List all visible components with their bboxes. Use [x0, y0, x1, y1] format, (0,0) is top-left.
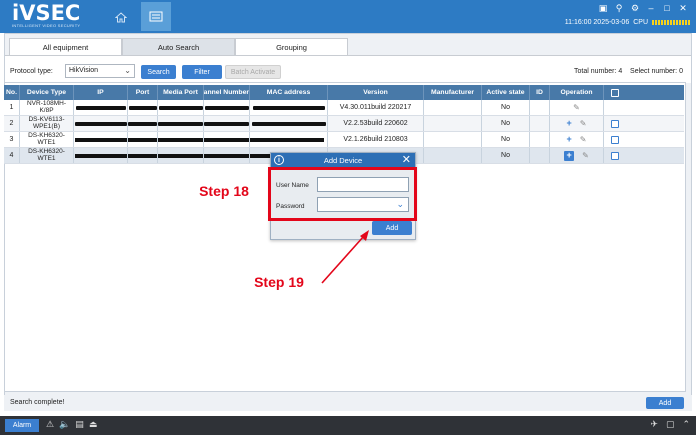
taskbar-right: ✈ ▢ ⌃ — [650, 419, 690, 430]
record-icon[interactable]: ▤ — [75, 419, 84, 430]
pin-icon[interactable]: ✈ — [650, 419, 658, 430]
window-icon[interactable]: ▢ — [666, 419, 675, 430]
taskbar: Alarm ⚠ 🔈 ▤ ⏏ ✈ ▢ ⌃ — [0, 416, 696, 435]
status-bar: Search complete! Add — [4, 395, 692, 411]
alarm-bell-icon[interactable]: ⚠ — [46, 419, 54, 430]
add-button-bottom[interactable]: Add — [646, 397, 684, 409]
status-text: Search complete! — [10, 399, 65, 406]
volume-icon[interactable]: 🔈 — [59, 419, 70, 430]
step-19-arrow — [321, 230, 369, 284]
collapse-icon[interactable]: ⌃ — [682, 419, 690, 430]
lock-icon[interactable]: ⏏ — [89, 419, 98, 430]
alarm-button[interactable]: Alarm — [5, 419, 39, 432]
taskbar-icons: ⚠ 🔈 ▤ ⏏ — [46, 419, 97, 430]
